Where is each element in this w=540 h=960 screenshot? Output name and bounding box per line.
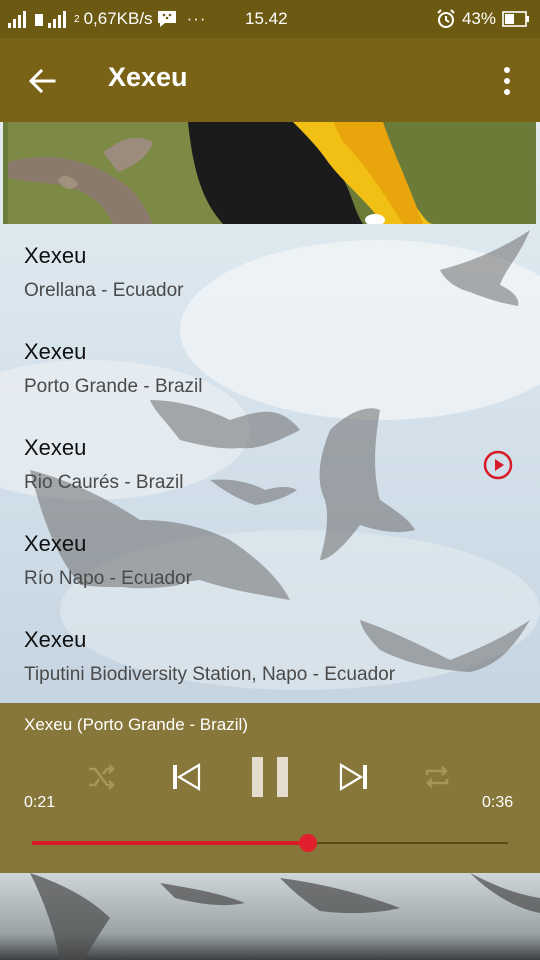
sim-label: 2 — [74, 13, 80, 25]
page-title: Xexeu — [108, 62, 188, 92]
list-item[interactable]: Xexeu Río Napo - Ecuador — [0, 512, 540, 608]
alarm-icon — [437, 9, 455, 28]
recording-name: Xexeu — [24, 627, 87, 652]
total-time: 0:36 — [482, 794, 514, 811]
list-item[interactable]: Xexeu Orellana - Ecuador — [0, 224, 540, 320]
recording-name: Xexeu — [24, 435, 87, 460]
next-icon[interactable] — [338, 761, 370, 793]
recording-name: Xexeu — [24, 243, 87, 268]
recording-location: Porto Grande - Brazil — [24, 376, 203, 397]
back-arrow-icon[interactable] — [26, 65, 58, 97]
overflow-menu-icon[interactable] — [500, 64, 514, 98]
pause-icon[interactable] — [250, 755, 290, 799]
app-toolbar: Xexeu — [0, 38, 540, 122]
recording-location: Rio Caurés - Brazil — [24, 472, 184, 493]
bird-photo — [3, 122, 536, 224]
shuffle-icon[interactable] — [86, 763, 116, 791]
signal-icon — [8, 11, 26, 28]
battery-icon — [502, 11, 529, 27]
recording-location: Río Napo - Ecuador — [24, 568, 192, 589]
list-item[interactable]: Xexeu Tiputini Biodiversity Station, Nap… — [0, 608, 540, 704]
list-item[interactable]: Xexeu Porto Grande - Brazil — [0, 320, 540, 480]
seek-bar-progress — [32, 841, 309, 845]
sim-card-icon — [35, 14, 43, 26]
recording-name: Xexeu — [24, 531, 87, 556]
more-notifications-icon: ··· — [186, 9, 207, 28]
list-item[interactable]: Xexeu Rio Caurés - Brazil — [0, 416, 540, 512]
seek-bar-thumb[interactable] — [299, 834, 318, 852]
recordings-list: Xexeu Orellana - Ecuador Xexeu Porto Gra… — [0, 224, 540, 704]
repeat-icon[interactable] — [422, 763, 452, 791]
battery-percent: 43% — [461, 9, 496, 28]
media-player: Xexeu (Porto Grande - Brazil) 0:21 0:36 — [0, 703, 540, 873]
previous-icon[interactable] — [170, 761, 202, 793]
network-speed: 0,67KB/s — [83, 9, 153, 28]
signal-icon-2 — [48, 11, 66, 28]
background-photo-bottom — [0, 873, 540, 960]
now-playing-title: Xexeu (Porto Grande - Brazil) — [24, 715, 248, 734]
current-time: 0:21 — [24, 794, 56, 811]
recording-name: Xexeu — [24, 339, 87, 364]
recording-location: Tiputini Biodiversity Station, Napo - Ec… — [24, 664, 396, 685]
bbm-icon — [157, 11, 176, 27]
recording-location: Orellana - Ecuador — [24, 280, 184, 301]
status-bar: 2 0,67KB/s ··· 15.42 43% — [0, 0, 540, 38]
clock: 15.42 — [245, 9, 288, 28]
